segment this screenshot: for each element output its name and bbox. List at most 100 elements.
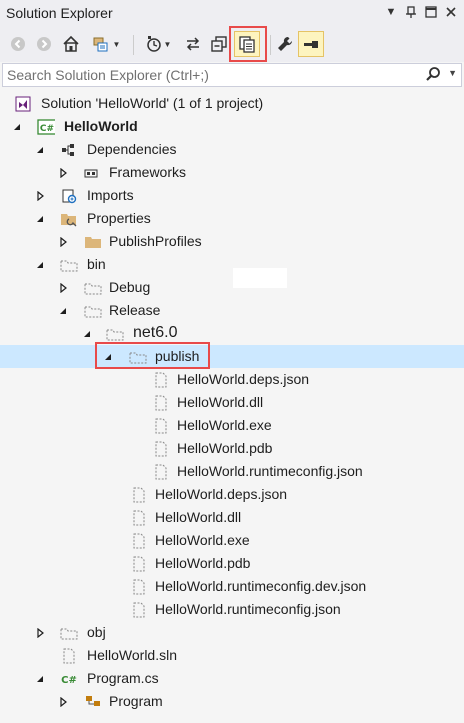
expanded-arrow-icon[interactable]	[101, 345, 115, 368]
collapsed-arrow-icon[interactable]	[56, 230, 70, 253]
preview-icon	[304, 41, 318, 48]
tree-row-publish-profiles[interactable]: PublishProfiles	[0, 230, 464, 253]
tree-row-file[interactable]: HelloWorld.dll	[0, 506, 464, 529]
program-cs-label: Program.cs	[87, 670, 159, 686]
tree-row-file[interactable]: HelloWorld.pdb	[0, 437, 464, 460]
home-icon	[63, 35, 79, 52]
close-icon[interactable]	[444, 4, 458, 20]
tree-row-file[interactable]: HelloWorld.dll	[0, 391, 464, 414]
show-all-files-button[interactable]	[234, 31, 260, 57]
search-icon[interactable]	[425, 66, 441, 85]
properties-button[interactable]	[274, 31, 296, 57]
publish-label: publish	[155, 348, 200, 364]
expanded-arrow-icon[interactable]	[33, 207, 47, 230]
frameworks-label: Frameworks	[109, 164, 187, 180]
expanded-arrow-icon[interactable]	[33, 253, 47, 276]
search-options-dropdown-icon[interactable]: ▼	[448, 68, 457, 78]
switch-views-button[interactable]: ▼	[88, 31, 124, 57]
tree-row-publish[interactable]: publish	[0, 345, 464, 368]
forward-button[interactable]	[34, 31, 54, 57]
excluded-file-icon	[152, 440, 170, 458]
tree-row-obj[interactable]: obj	[0, 621, 464, 644]
pin-icon[interactable]	[404, 4, 418, 20]
tree-row-imports[interactable]: Imports	[0, 184, 464, 207]
collapse-all-icon	[211, 36, 227, 52]
collapsed-arrow-icon[interactable]	[33, 621, 47, 644]
expanded-arrow-icon[interactable]	[80, 322, 94, 345]
preview-selected-items-button[interactable]	[298, 31, 324, 57]
collapsed-arrow-icon[interactable]	[33, 184, 47, 207]
sync-arrows-icon	[186, 37, 200, 51]
show-all-files-icon	[239, 36, 255, 53]
tree-row-file[interactable]: HelloWorld.runtimeconfig.dev.json	[0, 575, 464, 598]
tree-row-file[interactable]: HelloWorld.runtimeconfig.json	[0, 460, 464, 483]
tree-row-release[interactable]: Release	[0, 299, 464, 322]
collapse-all-button[interactable]	[208, 31, 230, 57]
frameworks-icon	[82, 164, 100, 182]
expanded-arrow-icon[interactable]	[33, 138, 47, 161]
debug-label: Debug	[109, 279, 151, 295]
dropdown-icon[interactable]: ▼	[384, 4, 398, 20]
pending-changes-filter-button[interactable]: ▼	[140, 31, 176, 57]
tree-row-program[interactable]: Program	[0, 690, 464, 713]
folder-icon	[84, 233, 102, 251]
sync-button[interactable]	[182, 31, 204, 57]
excluded-folder-icon	[84, 279, 102, 297]
excluded-file-icon	[130, 578, 148, 596]
imports-icon	[60, 187, 78, 205]
collapsed-arrow-icon[interactable]	[56, 161, 70, 184]
tree-row-solution[interactable]: Solution 'HelloWorld' (1 of 1 project)	[0, 92, 464, 115]
properties-label: Properties	[87, 210, 151, 226]
tree-row-program-cs[interactable]: C# Program.cs	[0, 667, 464, 690]
tree-row-file[interactable]: HelloWorld.deps.json	[0, 483, 464, 506]
file-label: HelloWorld.runtimeconfig.dev.json	[155, 578, 367, 594]
search-input[interactable]	[7, 66, 407, 84]
expanded-arrow-icon[interactable]	[33, 667, 47, 690]
back-button[interactable]	[8, 31, 28, 57]
net60-label: net6.0	[133, 324, 178, 341]
svg-text:C#: C#	[61, 675, 77, 686]
home-button[interactable]	[60, 31, 82, 57]
file-label: HelloWorld.pdb	[177, 440, 273, 456]
tree-row-properties[interactable]: Properties	[0, 207, 464, 230]
search-box[interactable]: ▼	[2, 63, 462, 87]
file-label: HelloWorld.dll	[177, 394, 264, 410]
wrench-icon	[278, 36, 293, 51]
tree-row-bin[interactable]: bin	[0, 253, 464, 276]
excluded-file-icon	[130, 486, 148, 504]
tree-row-file[interactable]: HelloWorld.deps.json	[0, 368, 464, 391]
expanded-arrow-icon[interactable]	[10, 115, 24, 138]
excluded-folder-icon	[106, 325, 124, 343]
tree-row-file[interactable]: HelloWorld.pdb	[0, 552, 464, 575]
solution-label: Solution 'HelloWorld' (1 of 1 project)	[41, 95, 264, 111]
collapsed-arrow-icon[interactable]	[56, 690, 70, 713]
imports-label: Imports	[87, 187, 134, 203]
excluded-folder-icon	[60, 256, 78, 274]
sln-label: HelloWorld.sln	[87, 647, 177, 663]
dependencies-icon	[60, 141, 78, 159]
excluded-file-icon	[130, 555, 148, 573]
excluded-folder-icon	[84, 302, 102, 320]
obj-label: obj	[87, 624, 106, 640]
tree-row-file[interactable]: HelloWorld.exe	[0, 529, 464, 552]
clock-icon	[146, 36, 161, 52]
tree-row-project[interactable]: C# HelloWorld	[0, 115, 464, 138]
file-label: HelloWorld.runtimeconfig.json	[177, 463, 363, 479]
tree-row-debug[interactable]: Debug	[0, 276, 464, 299]
collapsed-arrow-icon[interactable]	[56, 276, 70, 299]
tree-row-sln[interactable]: HelloWorld.sln	[0, 644, 464, 667]
file-label: HelloWorld.exe	[177, 417, 272, 433]
file-label: HelloWorld.pdb	[155, 555, 251, 571]
file-label: HelloWorld.deps.json	[177, 371, 310, 387]
tree-row-file[interactable]: HelloWorld.runtimeconfig.json	[0, 598, 464, 621]
properties-folder-icon	[60, 210, 78, 228]
class-icon	[84, 693, 102, 711]
tree-row-file[interactable]: HelloWorld.exe	[0, 414, 464, 437]
tree-row-net60[interactable]: net6.0	[0, 322, 464, 345]
tree-row-dependencies[interactable]: Dependencies	[0, 138, 464, 161]
expanded-arrow-icon[interactable]	[56, 299, 70, 322]
tree-row-frameworks[interactable]: Frameworks	[0, 161, 464, 184]
csharp-file-icon: C#	[60, 670, 78, 688]
file-label: HelloWorld.exe	[155, 532, 250, 548]
maximize-icon[interactable]	[424, 4, 438, 20]
